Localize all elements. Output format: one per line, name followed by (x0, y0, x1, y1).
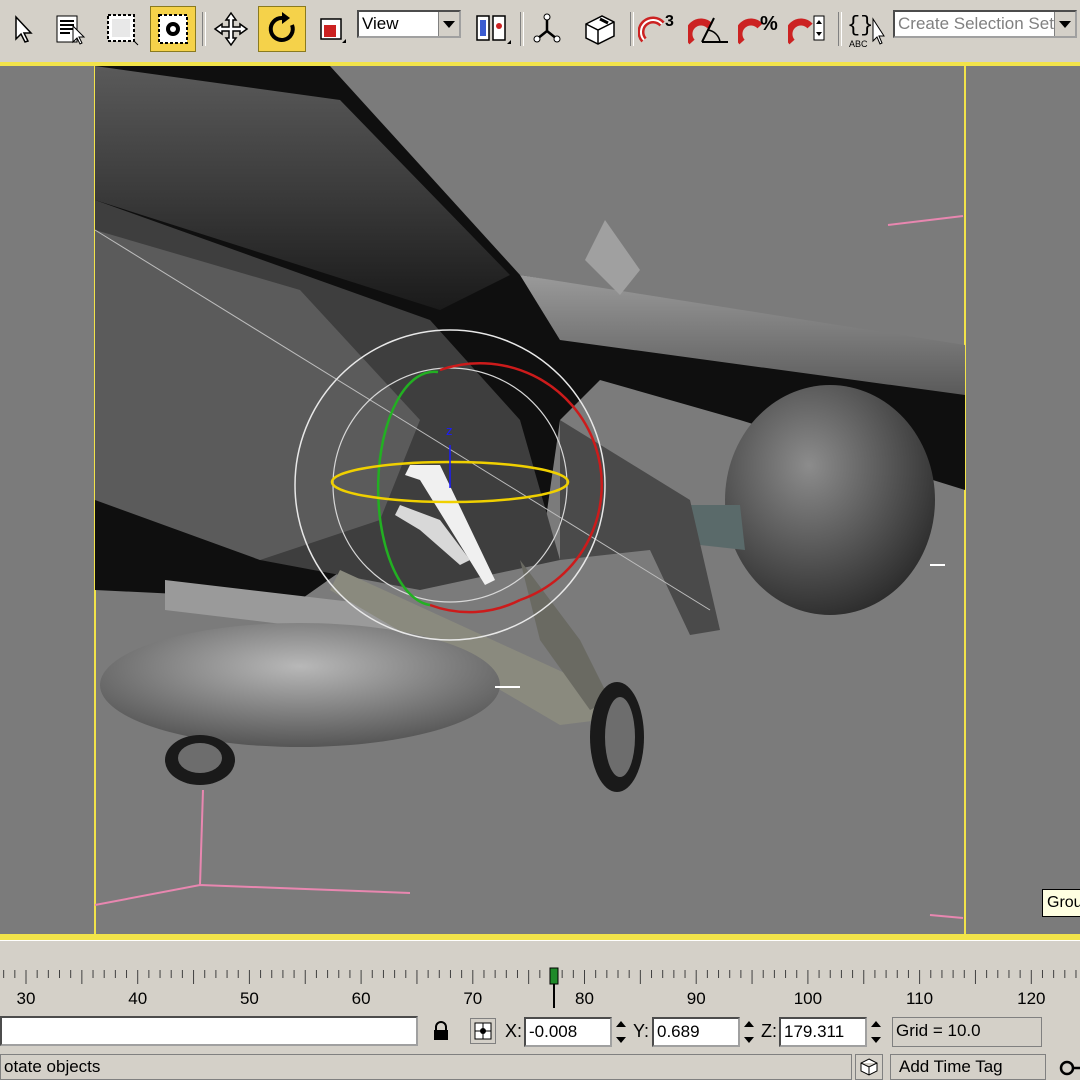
select-and-scale-button[interactable] (312, 6, 352, 52)
chevron-down-icon[interactable] (1054, 12, 1075, 36)
maxscript-listener-field[interactable] (0, 1016, 418, 1046)
time-slider-handle[interactable] (549, 967, 559, 985)
selection-set-placeholder: Create Selection Set (898, 14, 1054, 33)
status-bar-coordinates: X: -0.008 Y: 0.689 Z: 179.311 Grid = 10.… (0, 1014, 1080, 1050)
timeline-tick-label: 80 (575, 989, 594, 1008)
magnet-snap-icon: 3 (638, 13, 674, 43)
time-slider-marker[interactable] (549, 967, 559, 1008)
add-time-tag-button[interactable]: Add Time Tag (890, 1054, 1046, 1080)
chevron-down-icon[interactable] (438, 12, 459, 36)
timeline-tick-label: 50 (240, 989, 259, 1008)
timeline-tick-label: 40 (128, 989, 147, 1008)
named-selection-abc-label: ABC (849, 39, 868, 49)
selection-lock-toggle[interactable] (426, 1016, 456, 1046)
perspective-viewport[interactable]: z (0, 66, 1080, 934)
grid-spacing-readout: Grid = 10.0 (892, 1017, 1042, 1047)
time-tag-button[interactable] (855, 1054, 883, 1080)
rect-selection-icon (107, 14, 139, 46)
cube-icon (860, 1058, 878, 1076)
timeline-tick-label: 30 (17, 989, 36, 1008)
use-pivot-point-center-button[interactable] (468, 6, 514, 52)
tooltip: Grou (1042, 889, 1080, 917)
cursor-arrow-icon (15, 15, 33, 43)
snaps-toggle-button[interactable]: 3 (636, 6, 682, 52)
transform-type-in-icon (474, 1022, 492, 1040)
percent-snap-toggle-button[interactable]: % (736, 6, 782, 52)
timeline-tick-label: 60 (352, 989, 371, 1008)
window-crossing-icon (158, 14, 188, 44)
keyboard-shortcut-override-button[interactable] (576, 6, 624, 52)
timeline-tick-label: 100 (794, 989, 822, 1008)
rect-selection-region-button[interactable] (100, 6, 144, 52)
spinner-snap-toggle-button[interactable] (786, 6, 832, 52)
svg-text:{}: {} (847, 13, 873, 38)
reference-coordinate-dropdown[interactable]: View (357, 10, 461, 38)
lock-icon (434, 1021, 448, 1040)
pivot-center-icon (476, 15, 511, 44)
timeline-tick-label: 90 (687, 989, 706, 1008)
keyboard-shortcut-icon (585, 15, 615, 45)
x-spinner[interactable] (614, 1018, 628, 1046)
timeline-tick-label: 120 (1017, 989, 1045, 1008)
snap-angle-label: 3 (665, 13, 674, 30)
y-coordinate-field[interactable]: 0.689 (652, 1017, 740, 1047)
y-spinner[interactable] (742, 1018, 756, 1046)
main-toolbar: View 3 % {} ABC Create Selection Set (0, 0, 1080, 63)
select-and-rotate-button[interactable] (258, 6, 306, 52)
named-selection-set-dropdown[interactable]: Create Selection Set (893, 10, 1077, 38)
select-by-name-icon (56, 15, 86, 45)
window-crossing-button[interactable] (150, 6, 196, 52)
select-object-button[interactable] (4, 6, 42, 52)
snap-percent-label: % (760, 13, 778, 35)
prompt-line: otate objects (0, 1054, 852, 1080)
z-spinner[interactable] (869, 1018, 883, 1046)
x-label: X: (505, 1021, 523, 1041)
status-bar-prompt: otate objects Add Time Tag (0, 1052, 1080, 1080)
edit-named-selection-button[interactable]: {} ABC (844, 6, 890, 52)
reference-coordinate-value: View (362, 14, 399, 33)
rotate-icon (268, 12, 295, 42)
y-label: Y: (633, 1021, 650, 1041)
key-icon[interactable] (1058, 1056, 1080, 1080)
scale-icon (320, 18, 346, 43)
timeline-tick-label: 110 (906, 989, 933, 1008)
z-label: Z: (761, 1021, 777, 1041)
spinner-snap-icon (788, 15, 825, 45)
absolute-relative-toggle[interactable] (470, 1018, 496, 1044)
angle-snap-icon (688, 17, 728, 45)
scene-render[interactable]: z (0, 66, 1080, 934)
manipulate-icon (533, 13, 561, 43)
timeline-tick-label: 70 (463, 989, 482, 1008)
select-and-manipulate-button[interactable] (526, 6, 568, 52)
move-icon (213, 11, 249, 47)
percent-snap-icon: % (738, 13, 778, 45)
angle-snap-toggle-button[interactable] (686, 6, 732, 52)
select-and-move-button[interactable] (208, 6, 254, 52)
named-selection-icon: {}ABC (847, 13, 885, 49)
select-by-name-button[interactable] (50, 6, 92, 52)
gizmo-z-axis-label: z (446, 423, 453, 438)
z-coordinate-field[interactable]: 179.311 (779, 1017, 867, 1047)
track-bar[interactable]: 30 40 50 60 70 80 90 100 110 120 (0, 940, 1080, 1015)
x-coordinate-field[interactable]: -0.008 (524, 1017, 612, 1047)
